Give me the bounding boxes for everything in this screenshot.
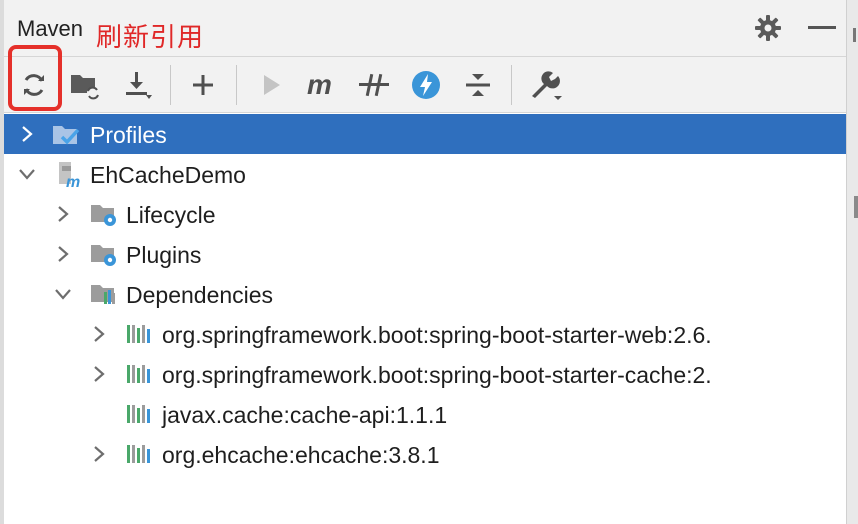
- library-icon: [127, 365, 150, 383]
- tree-item-label: Lifecycle: [126, 202, 216, 228]
- download-sources-button[interactable]: [120, 67, 156, 103]
- offline-icon: [359, 73, 389, 97]
- add-project-button[interactable]: [185, 67, 221, 103]
- plus-icon: [193, 75, 213, 95]
- tree-item-label: Profiles: [90, 122, 167, 148]
- collapse-all-button[interactable]: [460, 67, 496, 103]
- tree-row-dependency[interactable]: org.springframework.boot:spring-boot-sta…: [4, 314, 846, 354]
- maven-toolbar: m: [4, 57, 846, 113]
- chevron-right-icon[interactable]: [53, 244, 73, 264]
- toolbar-separator: [170, 65, 171, 105]
- tree-item-label: org.springframework.boot:spring-boot-sta…: [162, 362, 712, 388]
- chevron-right-icon[interactable]: [89, 364, 109, 384]
- tree-item-label: javax.cache:cache-api:1.1.1: [162, 402, 448, 428]
- folder-reload-icon: [71, 75, 99, 100]
- tool-window-header: Maven 刷新引用: [4, 0, 846, 57]
- gear-icon[interactable]: [754, 14, 782, 42]
- minimize-icon[interactable]: [808, 26, 836, 29]
- plugins-folder-icon: [91, 245, 116, 266]
- right-tool-strip: [846, 0, 858, 524]
- tree-row-dependencies[interactable]: Dependencies: [4, 274, 846, 314]
- wrench-icon: [532, 71, 562, 100]
- chevron-right-icon[interactable]: [53, 204, 73, 224]
- generate-sources-button[interactable]: [68, 67, 104, 103]
- run-button[interactable]: [252, 67, 288, 103]
- play-icon: [264, 75, 280, 95]
- chevron-right-icon[interactable]: [89, 324, 109, 344]
- maven-settings-button[interactable]: [528, 67, 564, 103]
- annotation-label: 刷新引用: [96, 23, 205, 53]
- right-strip-handle: [853, 28, 856, 42]
- tree-item-label: Dependencies: [126, 282, 274, 308]
- tree-row-lifecycle[interactable]: Lifecycle: [4, 194, 846, 234]
- library-icon: [127, 325, 150, 343]
- tree-item-label: org.ehcache:ehcache:3.8.1: [162, 442, 440, 468]
- tree-item-label: EhCacheDemo: [90, 162, 246, 188]
- toolbar-separator: [236, 65, 237, 105]
- toggle-offline-button[interactable]: [356, 67, 392, 103]
- maven-project-tree: Profiles m EhCacheDemo Lifecycle Plugins…: [4, 113, 846, 524]
- dependencies-folder-icon: [91, 285, 115, 304]
- chevron-right-icon[interactable]: [17, 124, 37, 144]
- chevron-down-icon[interactable]: [53, 284, 73, 304]
- refresh-highlight-box: [8, 45, 62, 111]
- svg-text:m: m: [307, 71, 332, 99]
- tool-window-title: Maven: [17, 16, 84, 41]
- maven-tool-window: Maven 刷新引用 m Profiles m EhCacheDemo Life…: [0, 0, 858, 524]
- download-icon: [126, 72, 152, 99]
- tree-item-label: org.springframework.boot:spring-boot-sta…: [162, 322, 712, 348]
- scrollbar-thumb[interactable]: [854, 196, 858, 218]
- maven-module-icon: m: [59, 162, 80, 188]
- tree-row-dependency[interactable]: javax.cache:cache-api:1.1.1: [4, 394, 846, 434]
- tree-row-ehcachedemo[interactable]: m EhCacheDemo: [4, 154, 846, 194]
- tree-item-label: Plugins: [126, 242, 202, 268]
- library-icon: [127, 445, 150, 463]
- profiles-icon: [53, 126, 80, 145]
- lifecycle-folder-icon: [91, 205, 116, 226]
- svg-text:m: m: [66, 174, 80, 188]
- tree-row-profiles[interactable]: Profiles: [4, 114, 846, 154]
- skip-tests-button[interactable]: [408, 67, 444, 103]
- chevron-right-icon[interactable]: [89, 444, 109, 464]
- lightning-icon: [412, 71, 440, 99]
- chevron-down-icon[interactable]: [17, 164, 37, 184]
- maven-m-icon: m: [307, 71, 332, 99]
- execute-goal-button[interactable]: m: [304, 67, 340, 103]
- collapse-icon: [466, 74, 490, 96]
- library-icon: [127, 405, 150, 423]
- tree-row-dependency[interactable]: org.springframework.boot:spring-boot-sta…: [4, 354, 846, 394]
- toolbar-separator: [511, 65, 512, 105]
- tree-row-dependency[interactable]: org.ehcache:ehcache:3.8.1: [4, 434, 846, 474]
- tree-row-plugins[interactable]: Plugins: [4, 234, 846, 274]
